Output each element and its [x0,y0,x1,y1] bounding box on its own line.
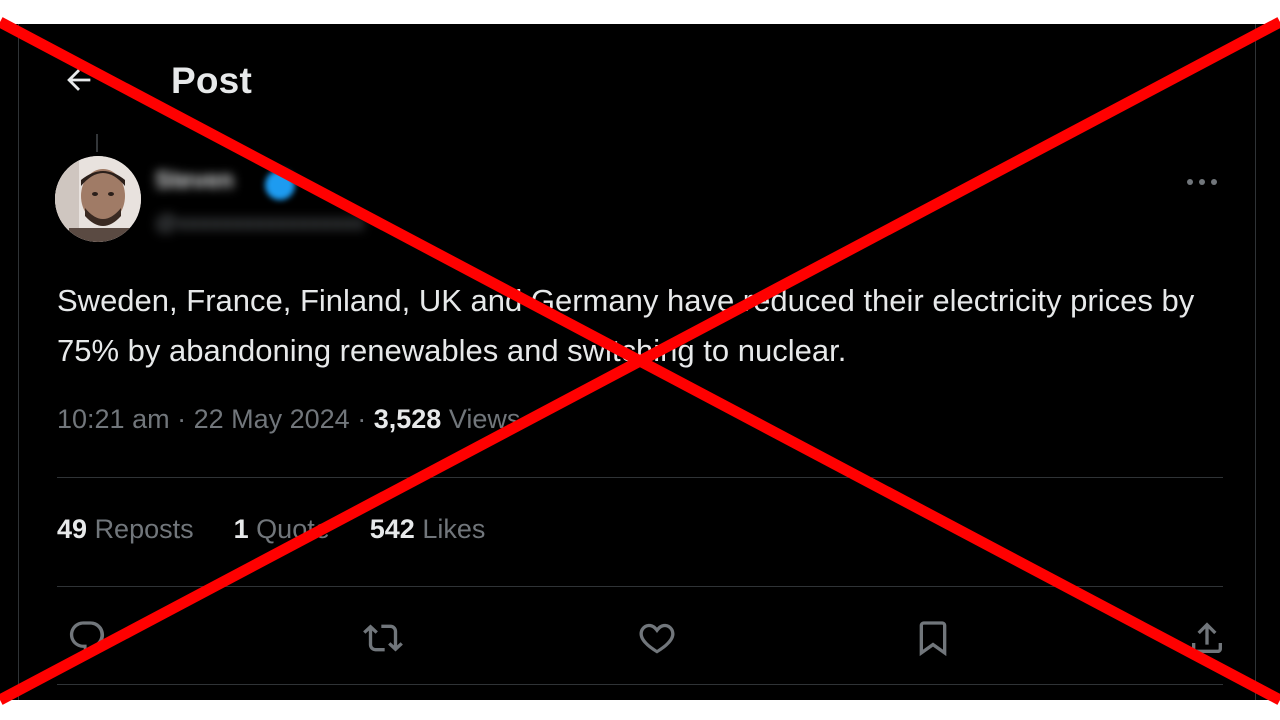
bottom-divider [57,684,1223,685]
views-count: 3,528 [373,404,442,434]
heart-icon [639,623,675,654]
meta-separator: · [177,404,194,434]
arrow-left-icon [67,69,91,91]
quotes-count: 1 [233,514,249,544]
quotes-label: Quote [256,514,330,544]
screenshot-frame: Post Steven @xxxxxxxxxxxxxxxxx Sweden, F… [0,24,1280,700]
author-name[interactable]: Steven [155,167,234,195]
page-title: Post [171,60,252,101]
engagement-stats: 49 Reposts 1 Quote 542 Likes [57,514,485,545]
repost-button[interactable] [359,614,407,662]
verified-badge-icon [265,170,295,200]
thread-connector-line [96,134,98,152]
post-date[interactable]: 22 May 2024 [194,404,350,434]
post-time[interactable]: 10:21 am [57,404,170,434]
reply-button[interactable] [63,614,111,662]
likes-stat[interactable]: 542 Likes [370,514,486,545]
post-header: Post [19,24,1255,134]
stats-top-divider [57,477,1223,478]
views-label: Views [448,404,521,434]
back-button[interactable] [61,62,97,98]
reposts-label: Reposts [94,514,194,544]
profile-photo-icon [55,156,141,242]
share-icon [1192,622,1222,653]
likes-label: Likes [422,514,486,544]
more-options-button[interactable] [1177,162,1227,202]
post-meta: 10:21 am · 22 May 2024 · 3,528 Views [57,404,520,435]
actions-top-divider [57,586,1223,587]
likes-count: 542 [369,514,415,544]
reply-icon [69,621,105,654]
reposts-stat[interactable]: 49 Reposts [57,514,194,545]
repost-icon [363,624,403,652]
avatar[interactable] [55,156,141,242]
reposts-count: 49 [57,514,88,544]
author-handle[interactable]: @xxxxxxxxxxxxxxxxx [155,210,364,236]
post-text: Sweden, France, Finland, UK and Germany … [57,283,1195,368]
quotes-stat[interactable]: 1 Quote [234,514,330,545]
share-button[interactable] [1183,614,1231,662]
like-button[interactable] [633,614,681,662]
bookmark-button[interactable] [909,614,957,662]
post-actions [57,614,1223,664]
meta-separator: · [357,404,374,434]
bookmark-icon [919,621,947,657]
more-dots-icon [1187,179,1217,185]
post-detail-panel: Post Steven @xxxxxxxxxxxxxxxxx Sweden, F… [18,24,1256,700]
